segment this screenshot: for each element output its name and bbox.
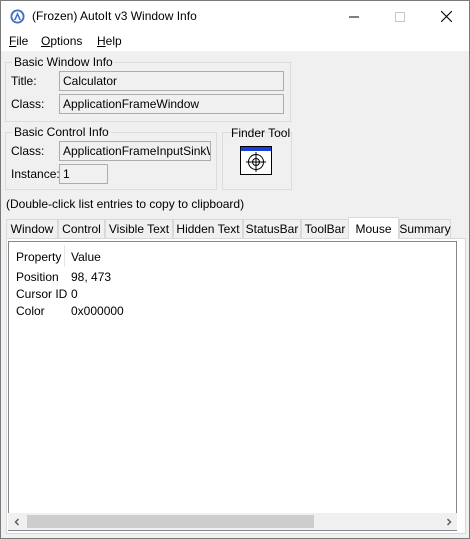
menu-file-label: ile: [16, 34, 29, 48]
mouse-properties-list[interactable]: Property Value Position 98, 473 Cursor I…: [8, 241, 457, 531]
tab-toolbar[interactable]: ToolBar: [301, 219, 349, 238]
scroll-thumb[interactable]: [27, 515, 314, 528]
window-title: (Frozen) AutoIt v3 Window Info: [32, 9, 197, 23]
menu-file[interactable]: File: [9, 34, 28, 48]
tab-window[interactable]: Window: [6, 219, 58, 238]
menu-help-mnemonic: H: [97, 34, 106, 48]
tab-statusbar[interactable]: StatusBar: [243, 219, 301, 238]
row-cursor-id-value[interactable]: 0: [71, 287, 78, 301]
autoit-window-info: (Frozen) AutoIt v3 Window Info File Opti…: [0, 0, 470, 539]
tab-control[interactable]: Control: [58, 219, 105, 238]
menu-bar: File Options Help: [1, 32, 469, 51]
menu-options-label: ptions: [50, 34, 83, 48]
scroll-left-button[interactable]: [8, 513, 25, 530]
menu-options-mnemonic: O: [41, 34, 51, 48]
column-separator[interactable]: [64, 245, 65, 267]
control-class-label: Class:: [11, 144, 45, 158]
control-class-field[interactable]: ApplicationFrameInputSinkWir: [59, 141, 211, 161]
maximize-button[interactable]: [377, 1, 423, 32]
window-class-field[interactable]: ApplicationFrameWindow: [59, 94, 284, 114]
control-instance-field[interactable]: 1: [59, 164, 108, 184]
autoit-app-icon: [10, 9, 25, 24]
row-color-value[interactable]: 0x000000: [71, 304, 124, 318]
basic-control-info-title: Basic Control Info: [12, 125, 111, 139]
close-icon: [440, 11, 452, 22]
window-title-field[interactable]: Calculator: [59, 71, 284, 91]
chevron-right-icon: [446, 517, 452, 526]
tab-summary[interactable]: Summary: [399, 219, 451, 238]
minimize-button[interactable]: [331, 1, 377, 32]
menu-help[interactable]: Help: [97, 34, 122, 48]
basic-window-info-title: Basic Window Info: [12, 55, 115, 69]
close-button[interactable]: [423, 1, 469, 32]
row-position-property[interactable]: Position: [16, 270, 59, 284]
window-class-label: Class:: [11, 97, 45, 111]
row-cursor-id-property[interactable]: Cursor ID: [16, 287, 67, 301]
column-header-property[interactable]: Property: [16, 250, 61, 264]
menu-options[interactable]: Options: [41, 34, 82, 48]
tab-mouse[interactable]: Mouse: [348, 217, 399, 239]
row-color-property[interactable]: Color: [16, 304, 45, 318]
column-header-value[interactable]: Value: [71, 250, 101, 264]
copy-hint-text: (Double-click list entries to copy to cl…: [6, 197, 245, 211]
tab-visible-text[interactable]: Visible Text: [105, 219, 173, 238]
window-title-label: Title:: [11, 74, 37, 88]
crosshair-target-icon: [241, 147, 271, 172]
tab-hidden-text[interactable]: Hidden Text: [173, 219, 243, 238]
horizontal-scrollbar[interactable]: [8, 513, 457, 530]
row-position-value[interactable]: 98, 473: [71, 270, 111, 284]
finder-crosshair-icon[interactable]: [240, 146, 272, 175]
finder-tool-title: Finder Tool: [231, 126, 291, 140]
title-bar[interactable]: (Frozen) AutoIt v3 Window Info: [1, 1, 469, 32]
scroll-right-button[interactable]: [440, 513, 457, 530]
menu-help-label: elp: [105, 34, 122, 48]
maximize-icon: [395, 11, 405, 22]
control-instance-label: Instance:: [11, 167, 60, 181]
chevron-left-icon: [13, 517, 19, 526]
minimize-icon: [349, 16, 359, 17]
